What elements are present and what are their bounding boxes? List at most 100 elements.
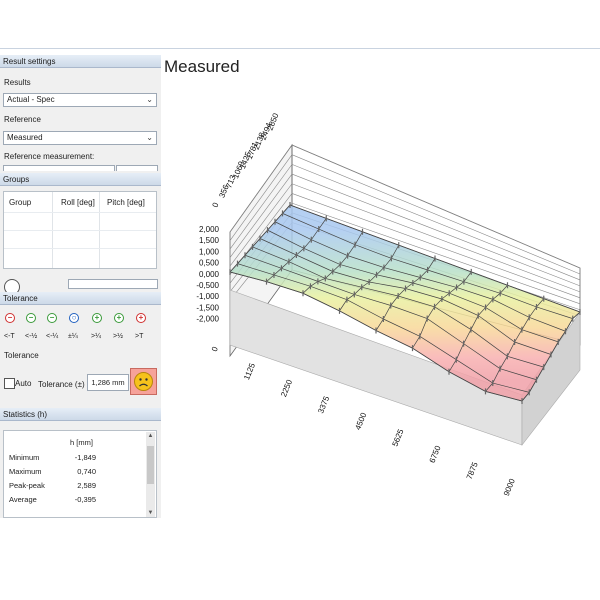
reference-measurement-field[interactable] [3, 165, 115, 171]
surface-mesh-line [237, 263, 530, 393]
groups-column-header[interactable]: Pitch [deg] [107, 198, 145, 207]
tolerance-status [130, 368, 157, 395]
surface-mesh-line [485, 298, 545, 392]
surface-mesh-line [266, 218, 327, 282]
z-tick-label: -0,500 [196, 281, 219, 290]
reference-label: Reference [4, 115, 41, 124]
wall-grid-line [229, 193, 293, 275]
surface-mesh-line [448, 285, 508, 372]
statistics-table[interactable]: h [mm] Minimum -1,849 Maximum 0,740 Peak… [3, 430, 157, 518]
row-divider [4, 248, 156, 249]
surface-mesh-line [302, 231, 363, 294]
tolerance-sub-label: Tolerance [4, 351, 39, 360]
result-settings-header[interactable]: Result settings [0, 55, 161, 68]
auto-checkbox[interactable] [4, 378, 15, 389]
tolerance-level-icon: + [136, 313, 146, 323]
x-tick-label: 9000 [502, 477, 517, 497]
y-tick-label: 0 [211, 201, 221, 209]
stat-name: Peak-peak [9, 481, 45, 490]
wall-grid-line [229, 183, 293, 267]
y-tick-label: 2138 [252, 131, 267, 151]
surface-mesh-line [229, 271, 523, 402]
row-divider [4, 230, 156, 231]
chart-title: Measured [164, 57, 240, 76]
stat-name: Average [9, 495, 37, 504]
y-tick-label: 2850 [266, 111, 281, 131]
groups-column-header[interactable]: Roll [deg] [61, 198, 95, 207]
z-tick-label: 2,000 [199, 225, 220, 234]
sad-face-icon [134, 372, 153, 391]
groups-column-header[interactable]: Group [9, 198, 31, 207]
scroll-up-icon[interactable]: ▲ [146, 432, 155, 440]
z-tick-label: -2,000 [196, 315, 219, 324]
surface-mesh-line [229, 204, 291, 273]
tolerance-level-icon: − [5, 313, 15, 323]
reference-select[interactable]: Measured ⌄ [3, 131, 157, 145]
z-tick-label: 1,000 [199, 247, 220, 256]
scrollbar-thumb[interactable] [147, 446, 154, 484]
reference-measurement-label: Reference measurement: [4, 152, 95, 161]
reference-measurement-button[interactable] [116, 165, 158, 171]
z-tick-label: 0,000 [199, 270, 220, 279]
surface-mesh-line [244, 254, 537, 381]
z-tick-label: 1,500 [199, 236, 220, 245]
tolerance-level-icon: + [92, 313, 102, 323]
z-tick-label: -1,500 [196, 303, 219, 312]
wall-grid-line [229, 202, 293, 284]
tolerance-header[interactable]: Tolerance [0, 292, 161, 305]
y-tick-label: 713 [224, 173, 238, 189]
wall-grid-line [291, 173, 581, 287]
auto-label: Auto [15, 379, 32, 388]
z-tick-label: 0,500 [199, 259, 220, 268]
surface-mesh-line [259, 238, 552, 355]
surface-mesh-line [289, 204, 581, 313]
y-tick-label: 356 [217, 183, 231, 199]
tolerance-level-label: <-T [4, 333, 15, 340]
scroll-down-icon[interactable]: ▼ [146, 509, 155, 517]
left-back-wall [229, 143, 293, 358]
statistics-column-header[interactable]: h [mm] [70, 438, 93, 447]
wall-grid-line [291, 154, 581, 275]
surface-mesh-line [375, 258, 436, 331]
wall-grid-line [229, 212, 293, 292]
base-edge [230, 295, 520, 445]
statistics-header[interactable]: Statistics (h) [0, 408, 161, 421]
x-tick-label: 5625 [390, 427, 405, 447]
stat-value: 2,589 [77, 481, 96, 490]
statistics-scrollbar[interactable]: ▲ ▼ [146, 432, 155, 517]
right-back-wall [291, 144, 581, 346]
chevron-down-icon: ⌄ [146, 95, 153, 104]
stat-value: -0,395 [74, 495, 96, 504]
base-front-face [229, 289, 523, 446]
wall-grid-line [229, 164, 293, 250]
wall-grid-line [229, 144, 293, 233]
surface-mesh-line [339, 244, 400, 312]
surface-mesh-line [282, 213, 573, 319]
surface-mesh-line [412, 271, 472, 349]
tolerance-level-icon: + [114, 313, 124, 323]
z-tick-label: -1,000 [196, 292, 219, 301]
wall-grid-line [229, 222, 293, 301]
chevron-down-icon: ⌄ [146, 133, 153, 142]
tolerance-level-icon: − [26, 313, 36, 323]
x-tick-label: 6750 [428, 444, 443, 464]
groups-table[interactable]: Group Roll [deg] Pitch [deg] [3, 191, 157, 269]
results-select-value: Actual - Spec [7, 95, 55, 104]
wall-grid-line [291, 222, 581, 317]
row-divider [4, 212, 156, 213]
surface-mesh-line [274, 221, 566, 332]
wall-grid-line [291, 212, 581, 311]
tolerance-level-label: >T [135, 333, 144, 340]
x-tick-label: 4500 [353, 411, 368, 431]
top-divider [0, 48, 600, 49]
results-select[interactable]: Actual - Spec ⌄ [3, 93, 157, 107]
tolerance-level-icon: − [47, 313, 57, 323]
groups-header[interactable]: Groups [0, 173, 161, 186]
tolerance-input[interactable]: 1,286 mm [87, 374, 129, 391]
group-input[interactable] [68, 279, 158, 289]
wall-grid-line [291, 202, 581, 305]
reference-select-value: Measured [7, 133, 43, 142]
tolerance-field-label: Tolerance (±) [38, 380, 85, 389]
surface-mesh-line [252, 246, 544, 368]
stat-value: -1,849 [74, 453, 96, 462]
